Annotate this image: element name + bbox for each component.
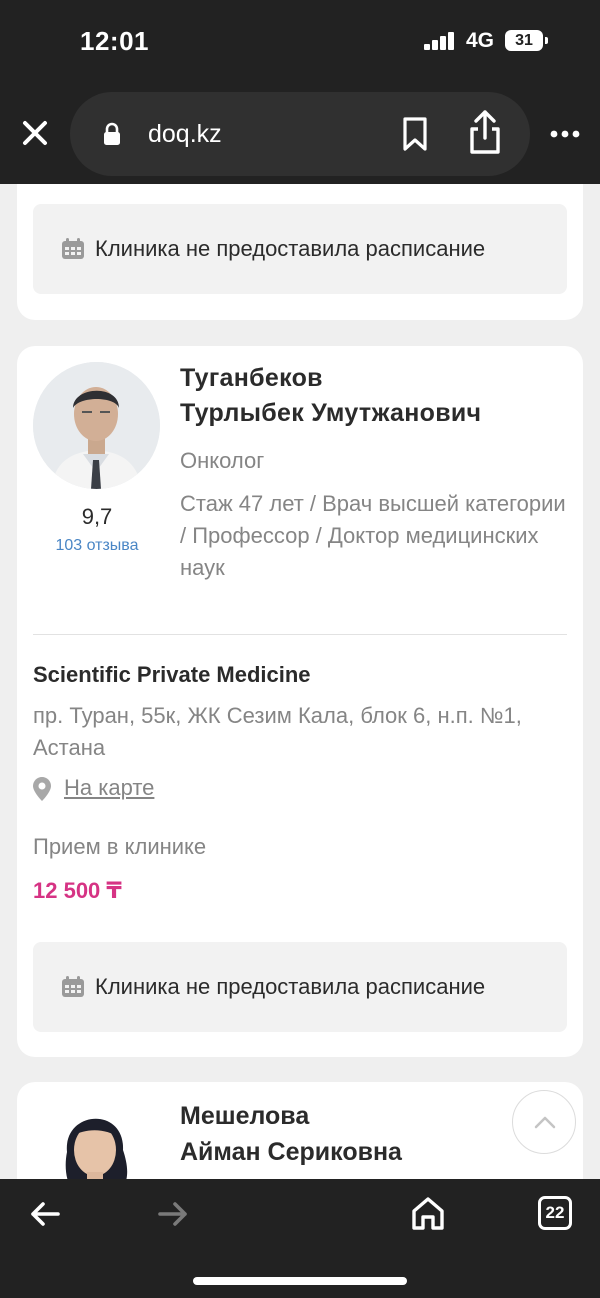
doctor-card[interactable]: 9,7 103 отзыва Туганбеков Турлыбек Умутж… [17,346,583,1057]
doctor-experience: Стаж 47 лет / Врач высшей категории / Пр… [180,491,566,580]
tabs-icon[interactable]: 22 [538,1196,572,1230]
share-icon[interactable] [466,108,504,156]
home-icon[interactable] [410,1195,446,1231]
battery-icon: 31 [505,30,548,51]
lock-icon [104,122,120,145]
reviews-link[interactable]: 103 отзыва [17,537,177,555]
forward-arrow-icon[interactable] [156,1197,190,1231]
doctor-card-previous: Клиника не предоставила расписание [17,184,583,320]
doctor-specialty: Онколог [180,448,265,473]
home-indicator [193,1277,407,1285]
address-bar[interactable]: doq.kz [70,92,530,176]
doctor-given-names[interactable]: Турлыбек Умутжанович [180,399,481,428]
browser-toolbar: 22 [0,1179,600,1298]
doctor-card-next[interactable]: Мешелова Айман Сериковна [17,1082,583,1179]
url-text: doq.kz [148,120,222,148]
browser-bar: doq.kz [0,84,600,184]
doctor-surname[interactable]: Мешелова [180,1102,309,1131]
map-link[interactable]: На карте [64,775,154,801]
visit-price: 12 500 ₸ [33,878,122,903]
doctor-surname[interactable]: Туганбеков [180,364,323,393]
chevron-up-icon [534,1116,556,1129]
doctor-rating: 9,7 [81,504,113,529]
network-label: 4G [466,29,495,52]
more-icon[interactable] [550,124,580,144]
divider [33,634,567,635]
clinic-address: пр. Туран, 55к, ЖК Сезим Кала, блок 6, н… [33,703,522,760]
status-bar: 12:01 4G 31 [0,0,600,84]
schedule-notice-text: Клиника не предоставила расписание [95,974,486,999]
doctor-avatar[interactable] [33,1092,160,1179]
close-icon[interactable] [18,116,52,150]
schedule-notice-text: Клиника не предоставила расписание [95,236,486,261]
bookmark-icon[interactable] [400,116,430,152]
visit-type: Прием в клинике [33,834,207,859]
calendar-icon [62,976,84,997]
schedule-notice: Клиника не предоставила расписание [33,204,567,294]
clinic-name[interactable]: Scientific Private Medicine [33,662,311,688]
doctor-given-names[interactable]: Айман Сериковна [180,1138,402,1167]
page-content: Клиника не предоставила расписание 9,7 1… [0,184,600,1179]
scroll-to-top-button[interactable] [512,1090,576,1154]
signal-icon [424,32,456,50]
schedule-notice: Клиника не предоставила расписание [33,942,567,1032]
back-arrow-icon[interactable] [28,1197,62,1231]
map-pin-icon [33,777,51,801]
status-time: 12:01 [80,26,149,56]
calendar-icon [62,238,84,259]
doctor-avatar[interactable] [33,362,160,489]
